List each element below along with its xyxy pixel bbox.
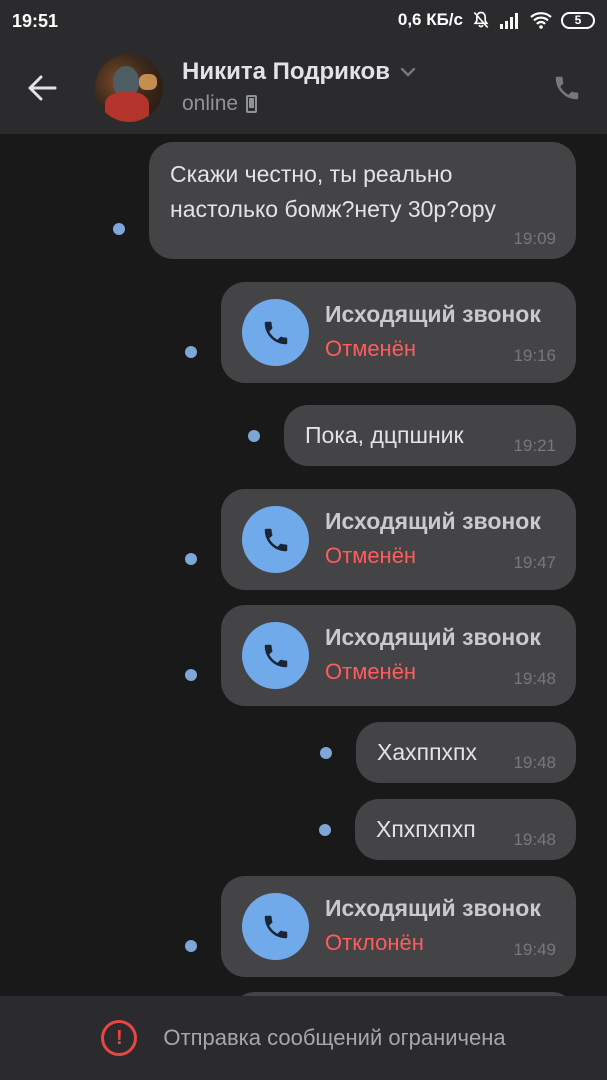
- call-icon-button[interactable]: [242, 506, 309, 573]
- message-text: Скажи честно, ты реально: [170, 161, 453, 187]
- back-button[interactable]: [24, 70, 60, 106]
- call-title: Исходящий звонок: [325, 895, 541, 921]
- chevron-down-icon: [400, 67, 416, 77]
- unread-dot: [248, 430, 260, 442]
- message-time: 19:16: [513, 346, 556, 365]
- message-time: 19:49: [513, 940, 556, 959]
- mute-bell-icon: [471, 10, 491, 30]
- message-time: 19:48: [513, 753, 556, 772]
- online-status: online: [182, 92, 239, 115]
- phone-icon: [264, 915, 287, 938]
- call-button[interactable]: [549, 70, 585, 106]
- call-title: Исходящий звонок: [325, 624, 541, 650]
- contact-name: Никита Подриков: [182, 58, 390, 85]
- contact-status: online: [182, 92, 258, 116]
- message-bubble[interactable]: Пока, дцпшник 19:21: [284, 405, 576, 466]
- signal-icon: [499, 11, 521, 29]
- phone-icon: [264, 644, 287, 667]
- unread-dot: [319, 824, 331, 836]
- alert-icon: !: [101, 1020, 138, 1056]
- unread-dot: [185, 669, 197, 681]
- message-bubble[interactable]: Хахппхпх 19:48: [356, 722, 576, 783]
- call-message[interactable]: Исходящий звонок Отменён 19:47: [221, 489, 576, 590]
- call-icon-button[interactable]: [242, 299, 309, 366]
- mobile-icon: [246, 95, 258, 113]
- message-text: Хпхпхпхп: [376, 816, 476, 842]
- unread-dot: [185, 940, 197, 952]
- call-title: Исходящий звонок: [325, 508, 541, 534]
- message-bubble[interactable]: Хпхпхпхп 19:48: [355, 799, 576, 860]
- message-bubble[interactable]: Скажи честно, ты реально настолько бомж?н…: [149, 142, 576, 259]
- unread-dot: [185, 346, 197, 358]
- phone-icon: [555, 76, 579, 100]
- call-message[interactable]: Исходящий звонок Отменён 19:48: [221, 605, 576, 706]
- chat-header: Никита Подриков online: [0, 42, 607, 134]
- message-time: 19:09: [513, 229, 556, 248]
- message-text: Хахппхпх: [377, 739, 477, 765]
- network-speed: 0,6 КБ/с: [397, 10, 463, 29]
- battery-level: 5: [574, 13, 582, 27]
- message-text: Пока, дцпшник: [305, 422, 464, 448]
- avatar[interactable]: [95, 54, 163, 122]
- call-icon-button[interactable]: [242, 893, 309, 960]
- status-bar: 19:51 0,6 КБ/с 5: [0, 0, 607, 42]
- battery-icon: 5: [561, 11, 595, 29]
- contact-name-dropdown[interactable]: Никита Подриков: [182, 58, 416, 86]
- arrow-left-icon: [28, 75, 57, 101]
- restriction-bar: ! Отправка сообщений ограничена: [0, 996, 607, 1080]
- status-indicators: 0,6 КБ/с 5: [398, 10, 595, 30]
- message-time: 19:21: [513, 436, 556, 455]
- message-time: 19:47: [513, 553, 556, 572]
- wifi-icon: [529, 11, 553, 29]
- message-text: настолько бомж?нету 30р?ору: [170, 196, 496, 222]
- message-list[interactable]: Скажи честно, ты реально настолько бомж?н…: [0, 134, 607, 996]
- call-state: Отменён: [325, 543, 417, 568]
- call-icon-button[interactable]: [242, 622, 309, 689]
- call-message[interactable]: Исходящий звонок Отменён 19:16: [221, 282, 576, 383]
- call-state: Отменён: [325, 659, 417, 684]
- phone-icon: [264, 528, 287, 551]
- call-state: Отменён: [325, 336, 417, 361]
- unread-dot: [185, 553, 197, 565]
- restriction-text: Отправка сообщений ограничена: [163, 1025, 506, 1050]
- message-time: 19:48: [513, 830, 556, 849]
- call-state: Отклонён: [325, 930, 424, 955]
- phone-icon: [264, 321, 287, 344]
- call-title: Исходящий звонок: [325, 301, 541, 327]
- unread-dot: [320, 747, 332, 759]
- call-message[interactable]: Исходящий звонок Отклонён 19:49: [221, 876, 576, 977]
- message-time: 19:48: [513, 669, 556, 688]
- status-time: 19:51: [12, 11, 59, 31]
- unread-dot: [113, 223, 125, 235]
